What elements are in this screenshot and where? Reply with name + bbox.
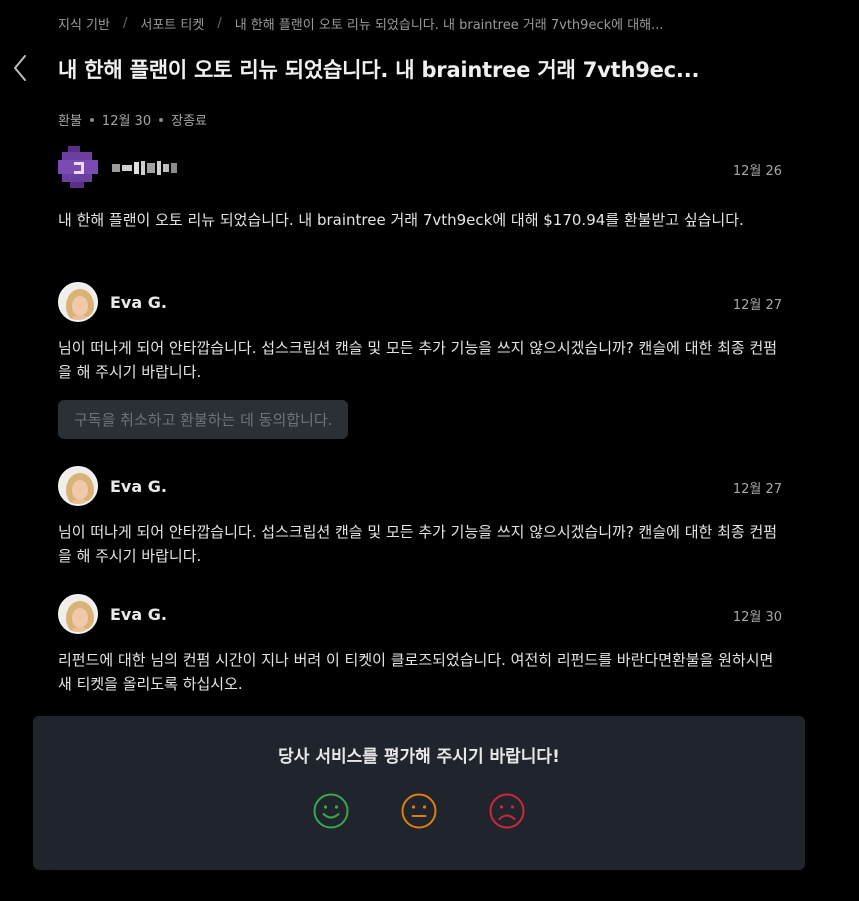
message-item: Eva G. 12월 30 리펀드에 대한 님의 컨펌 시간이 지나 버려 이 …	[58, 594, 782, 696]
message-date: 12월 27	[732, 298, 782, 313]
happy-face-icon[interactable]	[313, 793, 349, 829]
author-name: Eva G.	[110, 476, 167, 496]
message-date: 12월 27	[732, 482, 782, 497]
neutral-face-icon[interactable]	[401, 793, 437, 829]
message-text: 내 한해 플랜이 오토 리뉴 되었습니다. 내 braintree 거래 7vt…	[58, 211, 744, 229]
breadcrumb-separator: /	[122, 16, 128, 31]
rating-title: 당사 서비스를 평가해 주시기 바랍니다!	[278, 747, 560, 767]
ticket-meta: 환불 12월 30 장종료	[58, 110, 207, 129]
back-button[interactable]	[6, 52, 34, 84]
ticket-date: 12월 30	[101, 114, 152, 129]
breadcrumb-current: 내 한해 플랜이 오토 리뉴 되었습니다. 내 braintree 거래 7vt…	[234, 18, 664, 33]
message-date: 12월 30	[732, 610, 782, 625]
message-text: 리펀드에 대한 님의 컨펌 시간이 지나 버려 이 티켓이 클로즈되었습니다. …	[58, 651, 774, 693]
message-item: 12월 26 내 한해 플랜이 오토 리뉴 되었습니다. 내 braintree…	[58, 146, 782, 232]
rating-options	[33, 793, 805, 829]
message-item: Eva G. 12월 27 님이 떠나게 되어 안타깝습니다. 섭스크립션 캔슬…	[58, 282, 782, 439]
message-date: 12월 26	[732, 164, 782, 179]
author-name: Eva G.	[110, 292, 167, 312]
person-photo-icon	[60, 284, 96, 320]
page-title: 내 한해 플랜이 오토 리뉴 되었습니다. 내 braintree 거래 7vt…	[58, 58, 700, 82]
agent-avatar	[58, 282, 98, 322]
sad-face-icon[interactable]	[489, 793, 525, 829]
breadcrumb: 지식 기반 / 서포트 티켓 / 내 한해 플랜이 오토 리뉴 되었습니다. 내…	[58, 14, 819, 33]
breadcrumb-knowledge-base[interactable]: 지식 기반	[58, 14, 110, 33]
person-photo-icon	[60, 596, 96, 632]
pixelated-avatar-icon	[58, 146, 98, 188]
ticket-category: 환불	[58, 114, 82, 129]
message-item: Eva G. 12월 27 님이 떠나게 되어 안타깝습니다. 섭스크립션 캔슬…	[58, 466, 782, 568]
author-name: Eva G.	[110, 604, 167, 624]
author-name-redacted	[112, 161, 177, 175]
rating-panel: 당사 서비스를 평가해 주시기 바랍니다!	[33, 716, 805, 870]
message-text: 님이 떠나게 되어 안타깝습니다. 섭스크립션 캔슬 및 모든 추가 기능을 쓰…	[58, 523, 778, 565]
confirm-refund-button[interactable]: 구독을 취소하고 환불하는 데 동의합니다.	[58, 400, 349, 439]
breadcrumb-separator: /	[217, 16, 222, 31]
ticket-status: 장종료	[171, 114, 207, 129]
user-avatar	[58, 146, 102, 190]
message-text: 님이 떠나게 되어 안타깝습니다. 섭스크립션 캔슬 및 모든 추가 기능을 쓰…	[58, 339, 778, 381]
chevron-left-icon	[14, 55, 26, 81]
person-photo-icon	[60, 468, 96, 504]
agent-avatar	[58, 466, 98, 506]
meta-dot	[159, 117, 164, 122]
agent-avatar	[58, 594, 98, 634]
meta-dot	[89, 117, 94, 122]
breadcrumb-support-ticket[interactable]: 서포트 티켓	[140, 14, 204, 33]
